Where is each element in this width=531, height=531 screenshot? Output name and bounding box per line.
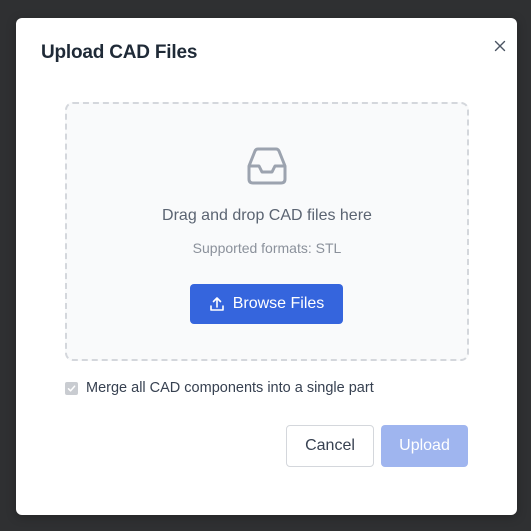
check-icon xyxy=(67,384,76,392)
merge-checkbox[interactable] xyxy=(65,381,78,395)
supported-formats: Supported formats: STL xyxy=(192,240,342,256)
merge-checkbox-label: Merge all CAD components into a single p… xyxy=(86,380,374,396)
browse-files-label: Browse Files xyxy=(232,295,325,312)
drop-instructions: Drag and drop CAD files here xyxy=(162,207,372,224)
cancel-button[interactable]: Cancel xyxy=(286,425,374,467)
close-icon[interactable] xyxy=(491,37,509,55)
upload-cad-dialog: Upload CAD Files Drag and drop CAD files… xyxy=(16,18,517,515)
file-drop-zone[interactable]: Drag and drop CAD files here Supported f… xyxy=(65,102,469,361)
upload-icon xyxy=(209,297,224,311)
browse-files-button[interactable]: Browse Files xyxy=(190,284,343,324)
merge-option: Merge all CAD components into a single p… xyxy=(65,380,374,396)
upload-button[interactable]: Upload xyxy=(381,425,468,467)
inbox-icon xyxy=(247,147,287,185)
dialog-title: Upload CAD Files xyxy=(41,42,198,63)
